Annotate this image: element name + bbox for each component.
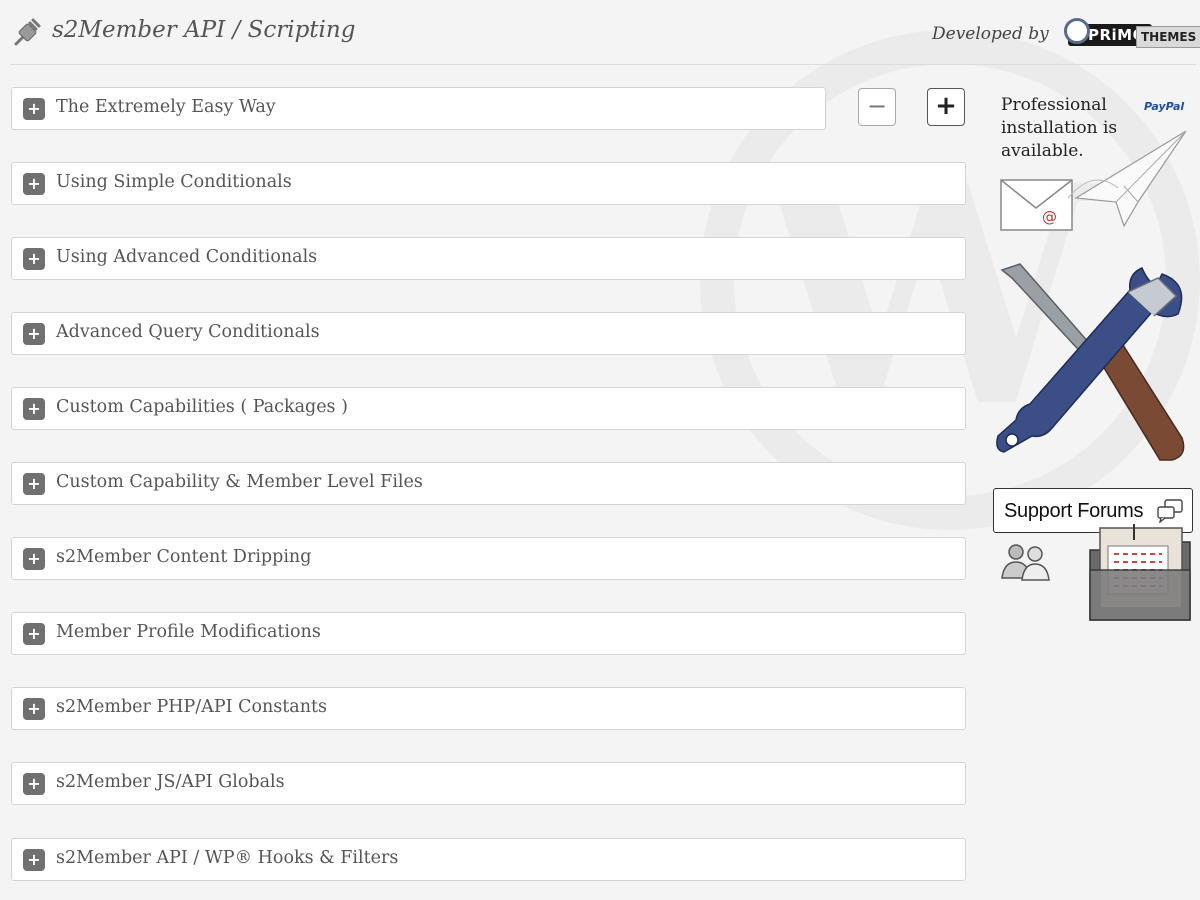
themes-logo-text: THEMES: [1136, 26, 1200, 48]
expand-toggle[interactable]: +: [23, 849, 45, 871]
paper-plane-icon[interactable]: @: [998, 128, 1190, 234]
tools-icon: [996, 263, 1185, 461]
section-label: s2Member Content Dripping: [56, 547, 312, 567]
section-extremely-easy-way[interactable]: + The Extremely Easy Way: [11, 87, 826, 130]
chat-bubbles-icon: [1157, 499, 1183, 523]
support-forums-label: Support Forums: [1004, 500, 1144, 522]
expand-toggle[interactable]: +: [23, 548, 45, 570]
header-divider: [10, 64, 1196, 65]
envelope-icon: @: [1000, 179, 1073, 231]
section-advanced-conditionals[interactable]: + Using Advanced Conditionals: [11, 237, 966, 280]
section-label: s2Member JS/API Globals: [56, 772, 285, 792]
paypal-logo: PayPal: [1144, 100, 1185, 113]
section-label: Member Profile Modifications: [56, 622, 321, 642]
expand-toggle[interactable]: +: [23, 698, 45, 720]
collapse-all-button[interactable]: −: [858, 88, 896, 126]
people-icon: [1001, 544, 1050, 581]
section-simple-conditionals[interactable]: + Using Simple Conditionals: [11, 162, 966, 205]
section-custom-capabilities[interactable]: + Custom Capabilities ( Packages ): [11, 387, 966, 430]
expand-toggle[interactable]: +: [23, 248, 45, 270]
developed-by-label: Developed by: [932, 24, 1049, 44]
section-advanced-query-conditionals[interactable]: + Advanced Query Conditionals: [11, 312, 966, 355]
expand-toggle[interactable]: +: [23, 323, 45, 345]
section-label: Custom Capability & Member Level Files: [56, 472, 423, 492]
section-label: Using Simple Conditionals: [56, 172, 292, 192]
section-capability-level-files[interactable]: + Custom Capability & Member Level Files: [11, 462, 966, 505]
section-label: s2Member PHP/API Constants: [56, 697, 327, 717]
section-php-api-constants[interactable]: + s2Member PHP/API Constants: [11, 687, 966, 730]
expand-toggle[interactable]: +: [23, 773, 45, 795]
expand-toggle[interactable]: +: [23, 98, 45, 120]
expand-toggle[interactable]: +: [23, 623, 45, 645]
page-title: s2Member API / Scripting: [52, 17, 356, 43]
expand-toggle[interactable]: +: [23, 473, 45, 495]
section-label: s2Member API / WP® Hooks & Filters: [56, 848, 399, 868]
section-label: The Extremely Easy Way: [56, 97, 276, 117]
install-text-line: Professional: [1001, 95, 1107, 115]
section-hooks-filters[interactable]: + s2Member API / WP® Hooks & Filters: [11, 838, 966, 881]
section-label: Using Advanced Conditionals: [56, 247, 318, 267]
expand-toggle[interactable]: +: [23, 173, 45, 195]
section-label: Advanced Query Conditionals: [56, 322, 320, 342]
folder-icon: [1089, 524, 1191, 621]
plugin-icon: [14, 18, 41, 46]
section-profile-modifications[interactable]: + Member Profile Modifications: [11, 612, 966, 655]
page-header: s2Member API / Scripting Developed by PR…: [0, 0, 1200, 64]
primo-logo-ring: [1064, 18, 1090, 44]
primothemes-logo[interactable]: PRiMO THEMES: [1064, 18, 1200, 52]
expand-toggle[interactable]: +: [23, 398, 45, 420]
expand-all-button[interactable]: +: [927, 88, 965, 126]
mail-at-symbol: @: [1042, 208, 1057, 226]
section-js-api-globals[interactable]: + s2Member JS/API Globals: [11, 762, 966, 805]
section-content-dripping[interactable]: + s2Member Content Dripping: [11, 537, 966, 580]
section-label: Custom Capabilities ( Packages ): [56, 397, 348, 417]
